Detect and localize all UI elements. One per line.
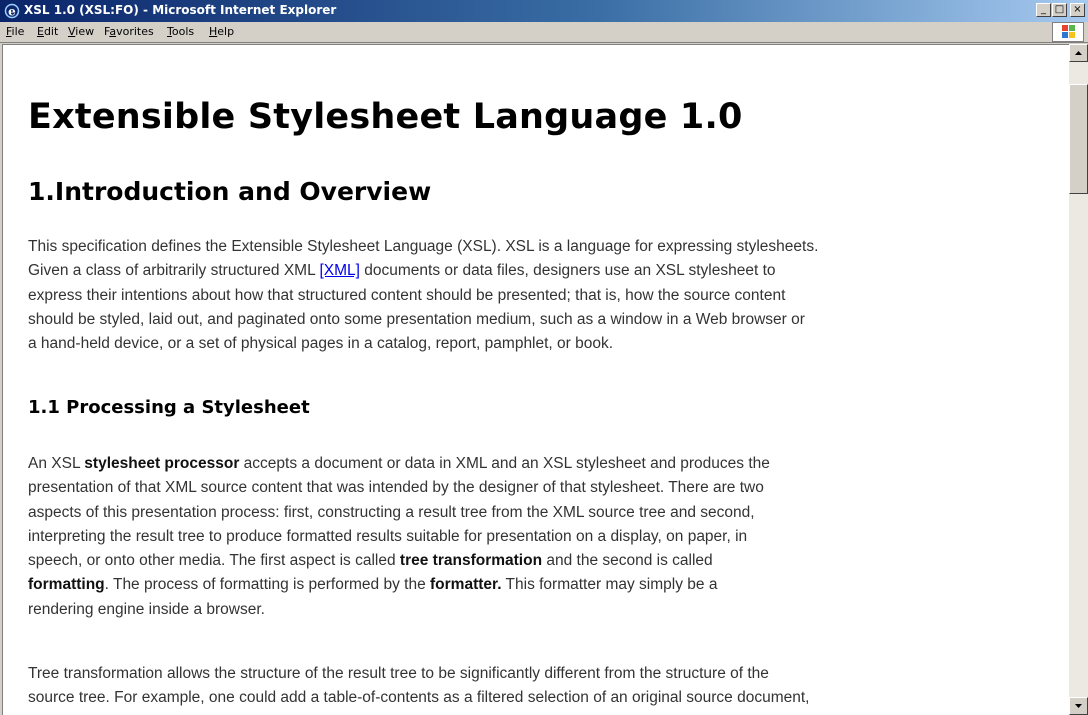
section-heading: 1.Introduction and Overview: [28, 177, 432, 206]
close-button[interactable]: ×: [1070, 3, 1085, 17]
menu-view[interactable]: View: [68, 25, 94, 38]
maximize-icon: □: [1054, 4, 1065, 15]
menu-favorites[interactable]: Favorites: [104, 25, 154, 38]
scrollbar-thumb[interactable]: [1069, 84, 1088, 194]
minimize-icon: _: [1041, 4, 1046, 15]
maximize-button[interactable]: □: [1052, 3, 1067, 17]
xml-reference-link[interactable]: [XML]: [319, 262, 359, 279]
transformation-paragraph: Tree transformation allows the structure…: [28, 665, 810, 707]
scroll-up-icon: [1075, 51, 1082, 55]
processing-paragraph: An XSL stylesheet processor accepts a do…: [28, 455, 770, 618]
subsection-heading: 1.1 Processing a Stylesheet: [28, 397, 310, 418]
menu-help[interactable]: Help: [209, 25, 234, 38]
browser-window: e XSL 1.0 (XSL:FO) - Microsoft Internet …: [0, 0, 1088, 715]
menu-edit[interactable]: Edit: [37, 25, 58, 38]
page-title: Extensible Stylesheet Language 1.0: [28, 97, 743, 137]
scroll-down-icon: [1075, 704, 1082, 708]
menu-tools[interactable]: Tools: [167, 25, 194, 38]
svg-text:e: e: [8, 5, 16, 19]
scroll-up-button[interactable]: [1069, 44, 1088, 62]
title-bar[interactable]: e XSL 1.0 (XSL:FO) - Microsoft Internet …: [0, 0, 1088, 22]
window-title: XSL 1.0 (XSL:FO) - Microsoft Internet Ex…: [24, 3, 337, 17]
menu-file[interactable]: File: [6, 25, 24, 38]
ie-icon: e: [4, 3, 20, 19]
scroll-down-button[interactable]: [1069, 697, 1088, 715]
minimize-button[interactable]: _: [1036, 3, 1051, 17]
menu-bar: File Edit View Favorites Tools Help: [0, 22, 1088, 43]
vertical-scrollbar[interactable]: [1069, 44, 1088, 715]
intro-paragraph: This specification defines the Extensibl…: [28, 238, 819, 353]
windows-logo-icon: [1062, 25, 1075, 38]
close-icon: ×: [1073, 4, 1082, 15]
windows-logo-throbber: [1052, 22, 1084, 42]
page-content[interactable]: Extensible Stylesheet Language 1.0 1.Int…: [2, 44, 1069, 715]
